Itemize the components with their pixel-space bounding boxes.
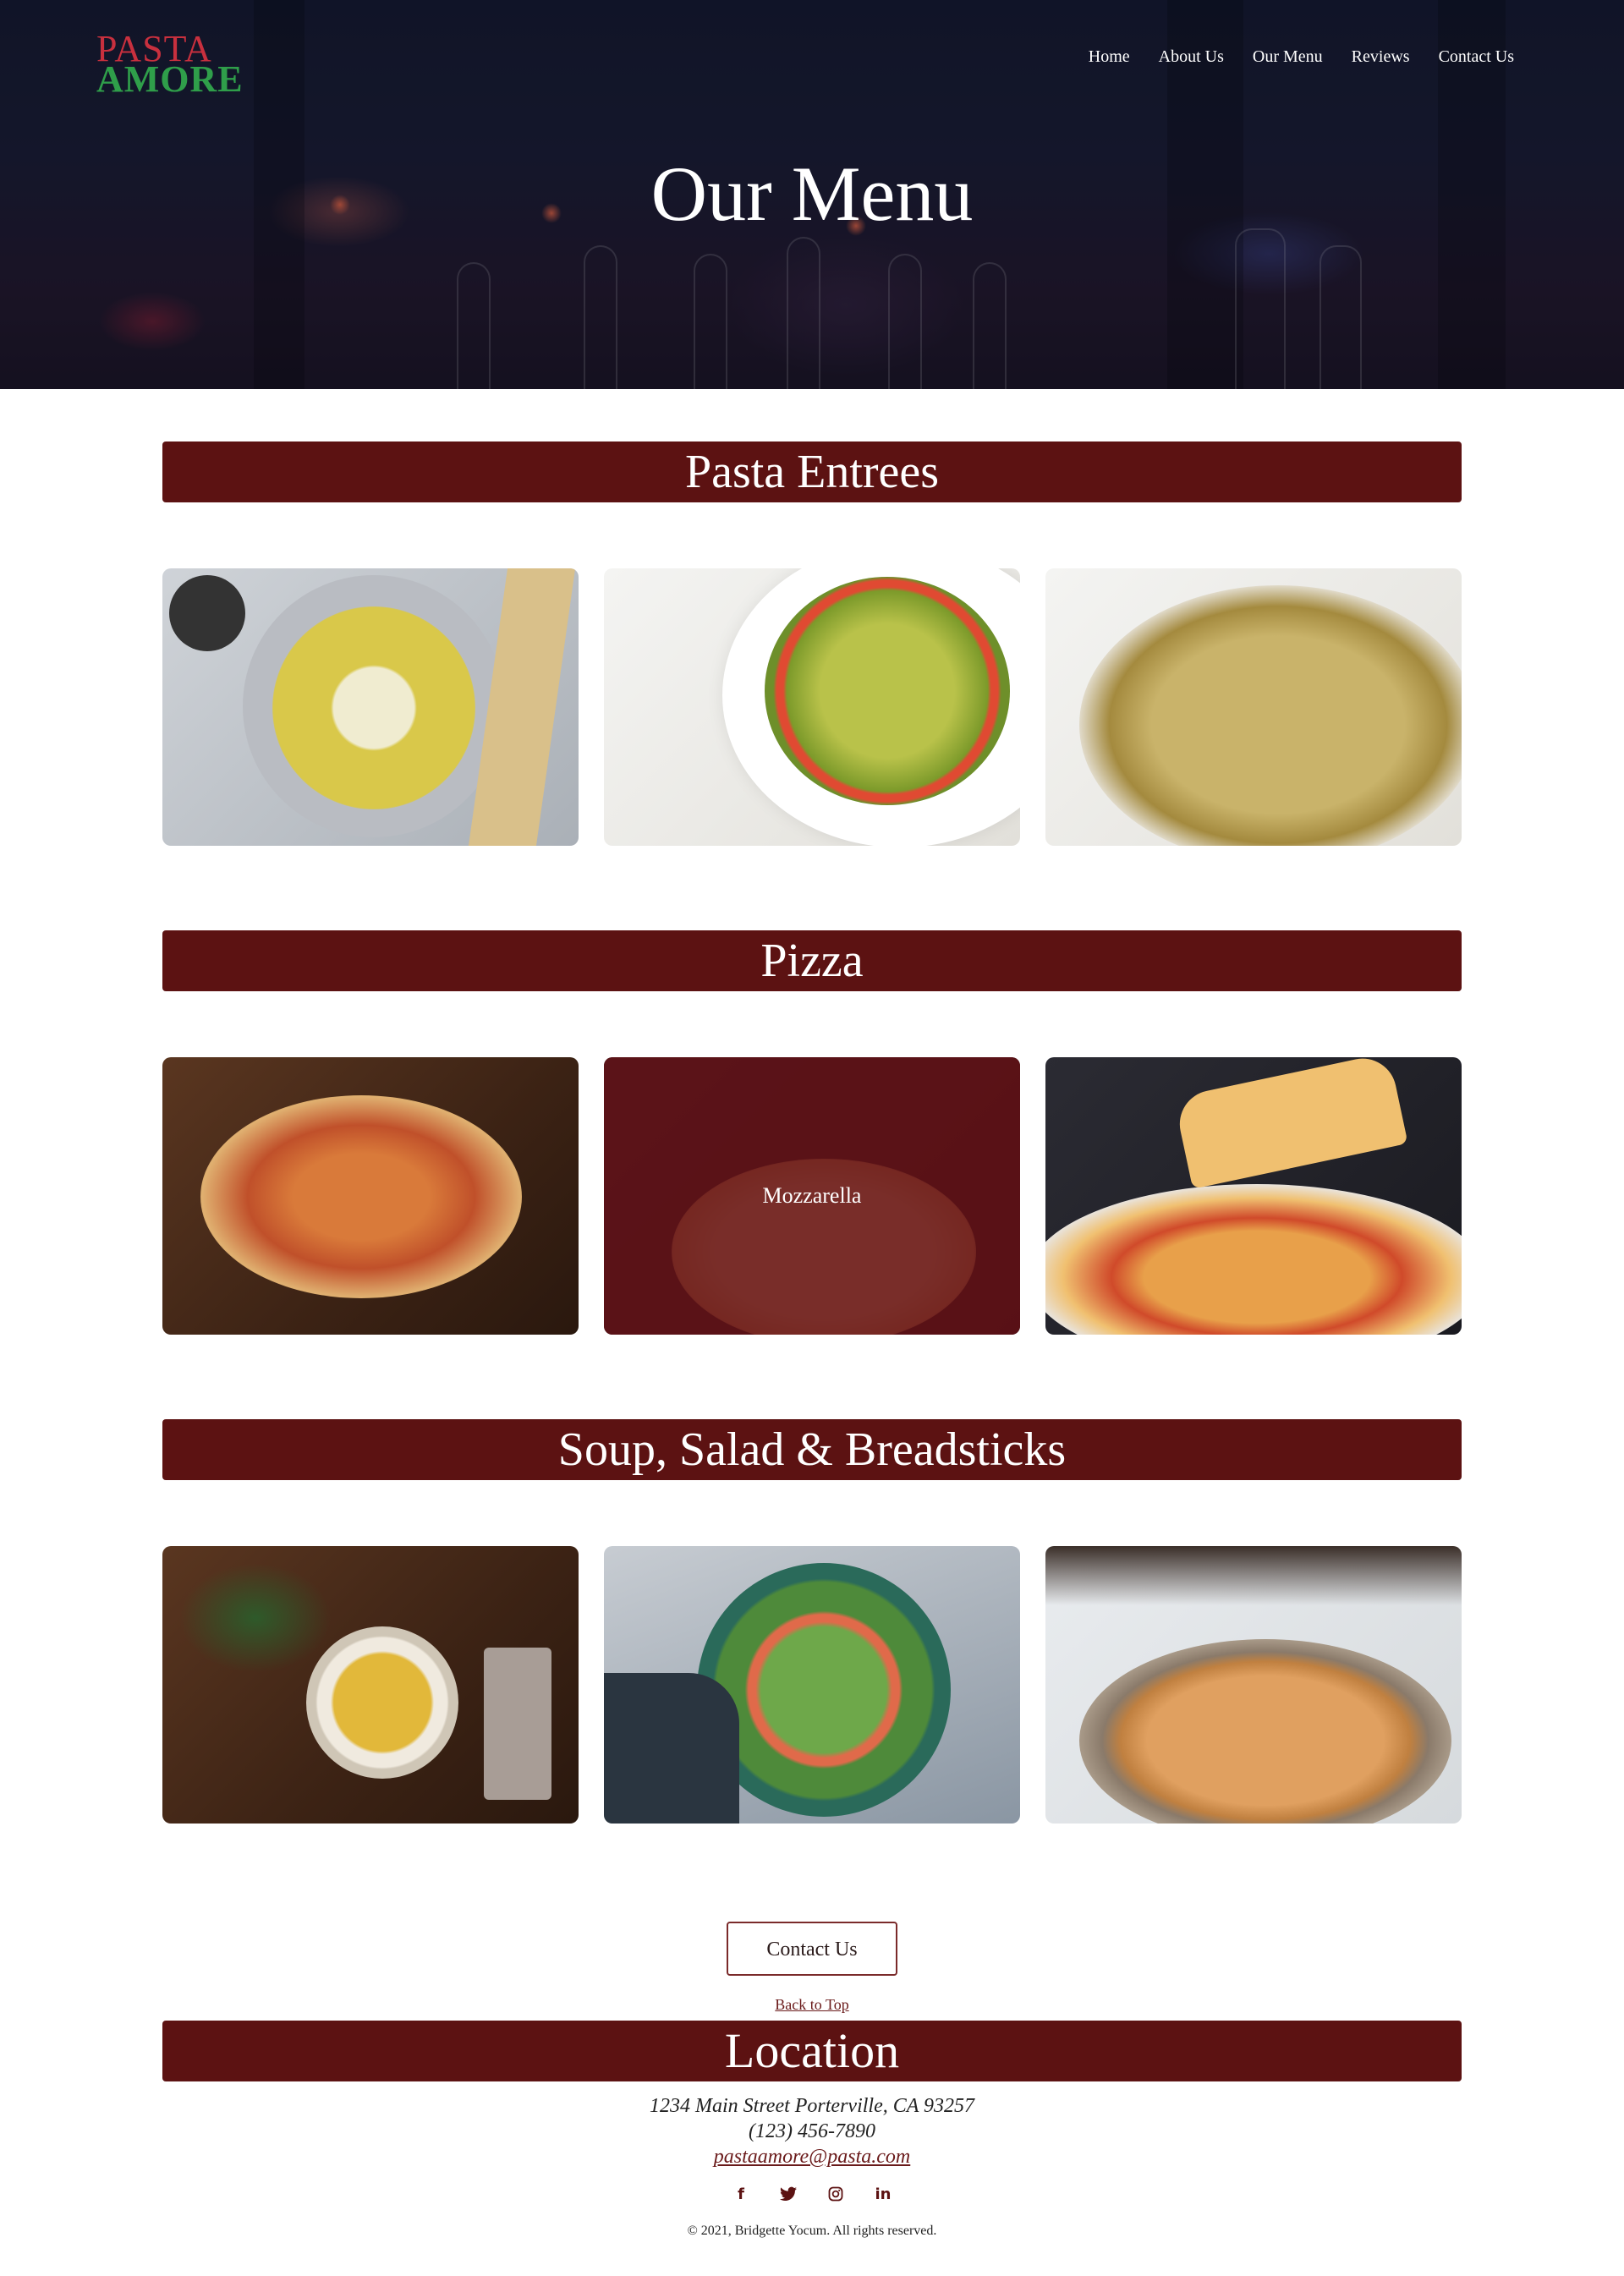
napkin-image [604, 1673, 739, 1824]
social-links: f in [162, 2185, 1462, 2203]
pizza-slice-image [1173, 1057, 1408, 1189]
bread-basket-image [1079, 1639, 1451, 1824]
twitter-icon-svg [780, 2186, 797, 2201]
twitter-icon[interactable] [779, 2185, 798, 2203]
logo[interactable]: PASTA AMORE [96, 30, 244, 98]
menu-item-mozzarella-pizza[interactable]: Mozzarella [604, 1057, 1020, 1335]
menu-item-soup[interactable] [162, 1546, 579, 1824]
cta-area: Contact Us [162, 1922, 1462, 1976]
menu-grid [162, 568, 1462, 846]
main-nav: Home About Us Our Menu Reviews Contact U… [1089, 47, 1514, 67]
napkin-image [484, 1648, 551, 1800]
menu-grid: Mozzarella [162, 1057, 1462, 1335]
section-title: Pizza [760, 935, 864, 987]
linkedin-icon[interactable]: in [874, 2185, 892, 2203]
address: 1234 Main Street Porterville, CA 93257 [650, 2095, 974, 2117]
phone: (123) 456-7890 [749, 2120, 875, 2142]
page-title: Our Menu [650, 151, 974, 237]
section-pizza: Pizza Mozzarella [162, 930, 1462, 1335]
nav-about-us[interactable]: About Us [1159, 47, 1224, 67]
back-to-top-area: Back to Top [162, 1996, 1462, 2014]
contact-us-button[interactable]: Contact Us [727, 1922, 897, 1976]
pizza-image [1045, 1184, 1462, 1335]
facebook-icon[interactable]: f [732, 2185, 750, 2203]
menu-item-supreme-pizza[interactable] [1045, 1057, 1462, 1335]
hero-banner: PASTA AMORE Home About Us Our Menu Revie… [0, 0, 1624, 389]
section-header: Soup, Salad & Breadsticks [162, 1419, 1462, 1480]
section-soup-salad-breadsticks: Soup, Salad & Breadsticks [162, 1419, 1462, 1824]
pasta-image [1079, 585, 1462, 846]
instagram-icon-svg [828, 2186, 843, 2202]
menu-item-breadsticks[interactable] [1045, 1546, 1462, 1824]
menu-item-shrimp-fettuccine[interactable] [162, 568, 579, 846]
contact-info: 1234 Main Street Porterville, CA 93257 (… [162, 2093, 1462, 2169]
copyright: © 2021, Bridgette Yocum. All rights rese… [687, 2224, 937, 2238]
instagram-icon[interactable] [826, 2185, 845, 2203]
item-label: Mozzarella [762, 1183, 862, 1208]
pasta-image [272, 606, 475, 809]
nav-contact-us[interactable]: Contact Us [1439, 47, 1514, 67]
section-title: Location [724, 2023, 900, 2078]
herbs-image [179, 1563, 332, 1673]
shaker-image [169, 575, 245, 651]
logo-line-amore: AMORE [96, 58, 244, 100]
menu-content: Pasta Entrees Pizza Mozzarella Soup, Sal… [162, 441, 1462, 2256]
section-header: Location [162, 2021, 1462, 2081]
nav-our-menu[interactable]: Our Menu [1253, 47, 1323, 67]
pizza-image [200, 1095, 522, 1298]
pasta-image [765, 577, 1010, 805]
menu-item-rotini[interactable] [1045, 568, 1462, 846]
section-title: Pasta Entrees [684, 446, 940, 498]
background-image [1045, 1546, 1462, 1605]
menu-item-pepperoni-pizza[interactable] [162, 1057, 579, 1335]
item-hover-overlay: Mozzarella [604, 1057, 1020, 1335]
back-to-top-link[interactable]: Back to Top [775, 1996, 848, 2013]
section-location: Location 1234 Main Street Porterville, C… [162, 2021, 1462, 2256]
section-header: Pasta Entrees [162, 441, 1462, 502]
nav-home[interactable]: Home [1089, 47, 1130, 67]
nav-reviews[interactable]: Reviews [1352, 47, 1410, 67]
menu-item-farfalle-pesto[interactable] [604, 568, 1020, 846]
section-pasta-entrees: Pasta Entrees [162, 441, 1462, 846]
email-link[interactable]: pastaamore@pasta.com [714, 2146, 911, 2168]
menu-grid [162, 1546, 1462, 1824]
section-header: Pizza [162, 930, 1462, 991]
menu-item-salad[interactable] [604, 1546, 1020, 1824]
section-title: Soup, Salad & Breadsticks [557, 1423, 1067, 1476]
